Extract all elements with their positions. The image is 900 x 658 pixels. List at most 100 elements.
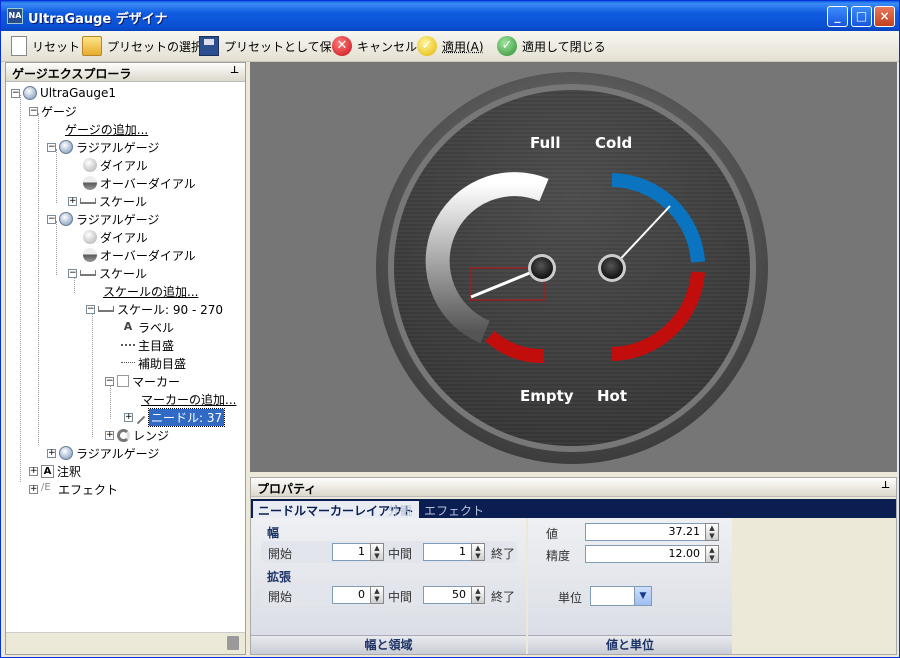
gauge-preview: Full Cold Empty Hot	[250, 62, 897, 472]
tree-scale-range[interactable]: − スケール: 90 - 270	[86, 300, 223, 318]
add-marker-link[interactable]: マーカーの追加...	[141, 391, 236, 408]
tree-minor-tick[interactable]: 補助目盛	[121, 354, 186, 372]
tree-root[interactable]: − UltraGauge1	[11, 84, 116, 102]
value-input[interactable]: 37.21 ▲ ▼	[585, 523, 719, 541]
tree-radial-gauge-1[interactable]: − ラジアルゲージ	[47, 138, 159, 156]
chevron-down-icon[interactable]: ▼	[634, 587, 651, 605]
tree-major-tick[interactable]: 主目盛	[121, 336, 174, 354]
width-mid-value: 1	[459, 545, 466, 558]
tree-add-scale[interactable]: スケールの追加...	[103, 282, 198, 300]
spinner-icon[interactable]: ▲ ▼	[370, 543, 384, 561]
apply-close-icon: ✓	[497, 36, 517, 56]
value-label: 値	[546, 527, 559, 541]
precision-label: 精度	[546, 549, 571, 563]
tree-add-gauge[interactable]: ゲージの追加...	[65, 120, 148, 138]
cancel-icon: ✕	[332, 36, 352, 56]
expand-icon[interactable]: +	[29, 466, 38, 476]
value-section-footer[interactable]: 値と単位	[528, 635, 732, 654]
expand-icon[interactable]: +	[29, 484, 38, 494]
expand-icon[interactable]: +	[68, 196, 77, 206]
overdial-icon	[83, 176, 97, 190]
scale-icon	[80, 198, 96, 204]
tree-overdial-2[interactable]: オーバーダイアル	[83, 246, 196, 264]
pin-icon[interactable]: ⊥	[881, 480, 890, 491]
tree-label: レンジ	[133, 428, 170, 443]
major-tick-icon	[121, 344, 135, 346]
reset-button[interactable]: リセット	[11, 35, 80, 57]
close-button[interactable]: ×	[874, 6, 895, 27]
tree-label: エフェクト	[58, 482, 119, 497]
width-section-footer[interactable]: 幅と領域	[251, 635, 526, 654]
apply-close-button[interactable]: ✓ 適用して閉じる	[497, 35, 606, 57]
tree-label-node[interactable]: A ラベル	[121, 318, 174, 336]
preset-select-label: プリセットの選択	[107, 39, 204, 54]
gauge-svg: Full Cold Empty Hot	[376, 72, 768, 464]
width-start-input[interactable]: 1 ▲ ▼	[332, 543, 384, 561]
effect-icon: ∕E	[41, 482, 51, 493]
tree-add-marker[interactable]: マーカーの追加...	[141, 390, 236, 408]
save-preset-button[interactable]: プリセットとして保存	[199, 35, 344, 57]
tree-label: 主目盛	[138, 338, 175, 353]
full-label: Full	[530, 134, 560, 152]
unit-select[interactable]: ▼	[590, 586, 652, 606]
tree-label: ラベル	[138, 320, 175, 335]
spinner-icon[interactable]: ▲ ▼	[705, 545, 719, 563]
spinner-icon[interactable]: ▲ ▼	[471, 543, 485, 561]
collapse-icon[interactable]: −	[86, 304, 95, 314]
explorer-footer	[6, 632, 245, 654]
dial-icon	[83, 158, 97, 172]
collapse-icon[interactable]: −	[47, 214, 56, 224]
reset-label: リセット	[32, 39, 81, 54]
cancel-button[interactable]: ✕ キャンセル	[332, 35, 417, 57]
tree-radial-gauge-3[interactable]: + ラジアルゲージ	[47, 444, 159, 462]
width-mid-input[interactable]: 1 ▲ ▼	[423, 543, 485, 561]
preset-select-button[interactable]: プリセットの選択	[82, 35, 203, 57]
tree-needle[interactable]: + ニードル: 37	[124, 407, 226, 427]
add-gauge-link[interactable]: ゲージの追加...	[65, 121, 148, 138]
unit-label: 単位	[558, 591, 583, 605]
add-scale-link[interactable]: スケールの追加...	[103, 283, 198, 300]
collapse-icon[interactable]: −	[105, 376, 114, 386]
tree-gauges[interactable]: − ゲージ	[29, 102, 77, 120]
tree-label: ゲージ	[41, 104, 77, 119]
expand-icon[interactable]: +	[124, 412, 133, 422]
extent-start-input[interactable]: 0 ▲ ▼	[332, 586, 384, 604]
spinner-icon[interactable]: ▲ ▼	[705, 523, 719, 541]
tree-effect[interactable]: + ∕E エフェクト	[29, 480, 118, 498]
spinner-icon[interactable]: ▲ ▼	[370, 586, 384, 604]
collapse-icon[interactable]: −	[11, 88, 20, 98]
tree-dial-1[interactable]: ダイアル	[83, 156, 148, 174]
folder-icon	[82, 36, 102, 56]
extent-mid-input[interactable]: 50 ▲ ▼	[423, 586, 485, 604]
window-title: UltraGauge デザイナ	[28, 12, 168, 27]
properties-tabs: ニードルマーカーレイアウト 外観 エフェクト	[251, 499, 896, 518]
expand-icon[interactable]: +	[47, 448, 56, 458]
tree-annotation[interactable]: + A 注釈	[29, 462, 81, 480]
collapse-icon[interactable]: −	[29, 106, 38, 116]
tree-range[interactable]: + レンジ	[105, 426, 169, 444]
minimize-button[interactable]: _	[827, 6, 848, 27]
collapse-icon[interactable]: −	[47, 142, 56, 152]
trash-icon[interactable]	[227, 636, 239, 650]
extent-group-title: 拡張	[267, 570, 292, 584]
pin-icon[interactable]: ⊥	[230, 65, 239, 76]
tab-appearance[interactable]: 外観	[383, 501, 417, 518]
tree-dial-2[interactable]: ダイアル	[83, 228, 148, 246]
tab-effect[interactable]: エフェクト	[419, 501, 489, 518]
tree-marker[interactable]: − マーカー	[105, 372, 180, 390]
precision-input[interactable]: 12.00 ▲ ▼	[585, 545, 719, 563]
apply-button[interactable]: ✓ 適用(A)	[417, 35, 484, 57]
tree-scale-1[interactable]: + スケール	[68, 192, 147, 210]
gauge-explorer: ゲージエクスプローラ ⊥ − UltraGauge1 − ゲージ ゲージの追加.…	[5, 62, 246, 655]
expand-icon[interactable]: +	[105, 430, 114, 440]
tree-scale-2[interactable]: − スケール	[68, 264, 147, 282]
collapse-icon[interactable]: −	[68, 268, 77, 278]
tree-radial-gauge-2[interactable]: − ラジアルゲージ	[47, 210, 159, 228]
tree-overdial-1[interactable]: オーバーダイアル	[83, 174, 196, 192]
spinner-icon[interactable]: ▲ ▼	[471, 586, 485, 604]
extent-mid-value: 50	[452, 588, 466, 601]
annotation-icon: A	[41, 464, 54, 478]
reset-icon	[11, 36, 27, 56]
maximize-button[interactable]: □	[851, 6, 872, 27]
apply-icon: ✓	[417, 36, 437, 56]
